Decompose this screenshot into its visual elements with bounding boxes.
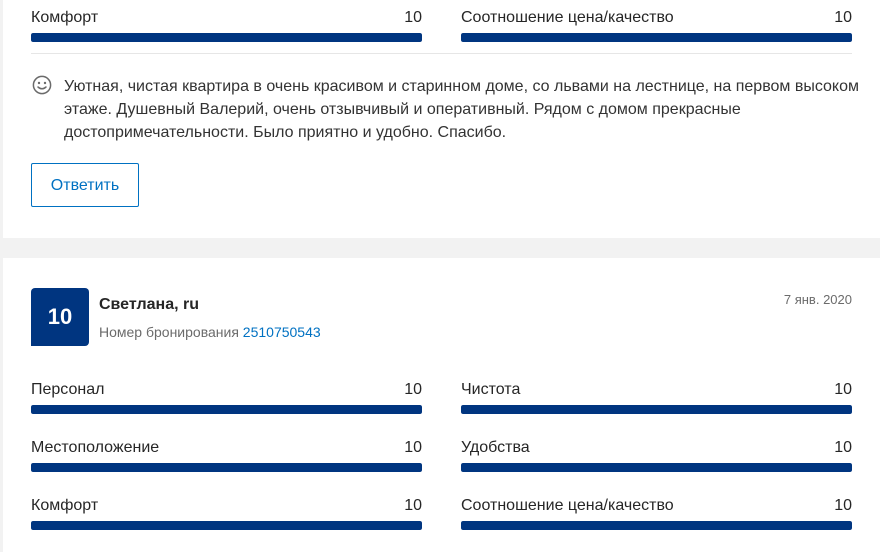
- divider: [31, 53, 852, 54]
- rating-label: Удобства: [461, 439, 530, 456]
- rating-label: Чистота: [461, 381, 521, 398]
- rating-value: 10: [834, 439, 852, 456]
- review-date: 7 янв. 2020: [783, 292, 852, 307]
- rating-bar-fill: [31, 33, 422, 42]
- booking-number: Номер бронирования 2510750543: [99, 324, 321, 340]
- rating-label: Комфорт: [31, 9, 99, 26]
- rating-label: Местоположение: [31, 439, 160, 456]
- reply-button[interactable]: Ответить: [31, 163, 139, 207]
- rating-value: 10: [834, 381, 852, 398]
- rating-bar: [31, 405, 422, 414]
- rating-label: Соотношение цена/качество: [461, 9, 674, 26]
- rating-bar-fill: [461, 463, 852, 472]
- rating-bar-fill: [461, 405, 852, 414]
- score-badge: 10: [31, 288, 89, 346]
- rating-label: Персонал: [31, 381, 105, 398]
- rating-bar: [31, 463, 422, 472]
- rating-bar-fill: [461, 33, 852, 42]
- rating-bar: [31, 521, 422, 530]
- booking-number-link[interactable]: 2510750543: [243, 324, 321, 340]
- reviewer-name: Светлана, ru: [99, 296, 200, 313]
- rating-bar-fill: [31, 463, 422, 472]
- rating-bar-fill: [31, 405, 422, 414]
- review-card: Комфорт 10 Соотношение цена/качество 10 …: [3, 0, 880, 238]
- rating-bar: [461, 463, 852, 472]
- rating-bar: [461, 33, 852, 42]
- rating-value: 10: [404, 439, 422, 456]
- review-text: Уютная, чистая квартира в очень красивом…: [64, 78, 860, 141]
- rating-label: Комфорт: [31, 497, 99, 514]
- booking-label: Номер бронирования: [99, 324, 239, 340]
- rating-bar-fill: [461, 521, 852, 530]
- rating-value: 10: [834, 497, 852, 514]
- rating-bar: [461, 521, 852, 530]
- smile-icon: [32, 75, 52, 95]
- rating-bar: [31, 33, 422, 42]
- rating-bar-fill: [31, 521, 422, 530]
- rating-label: Соотношение цена/качество: [461, 497, 674, 514]
- rating-value: 10: [834, 9, 852, 26]
- review-card: 10 Светлана, ru Номер бронирования 25107…: [3, 258, 880, 552]
- rating-value: 10: [404, 381, 422, 398]
- rating-value: 10: [404, 9, 422, 26]
- rating-value: 10: [404, 497, 422, 514]
- rating-bar: [461, 405, 852, 414]
